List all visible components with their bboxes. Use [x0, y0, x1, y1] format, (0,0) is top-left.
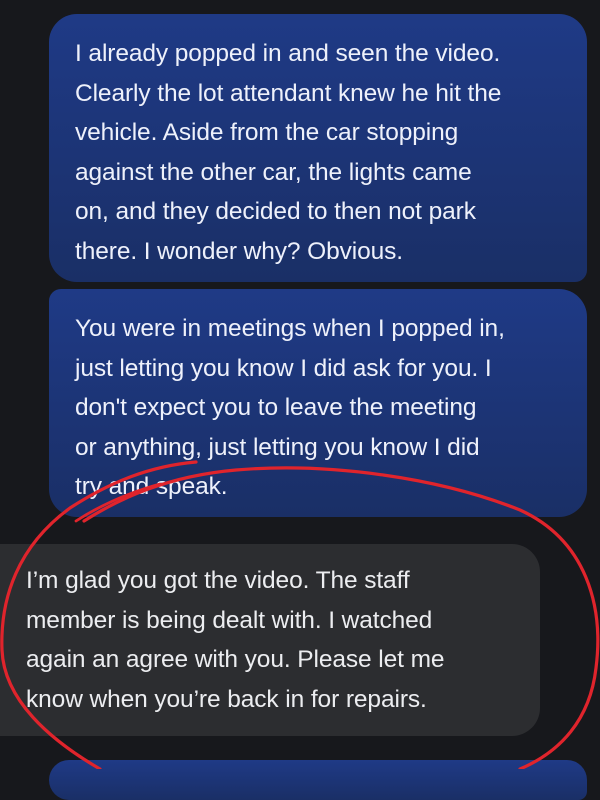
message-text-line: on, and they decided to then not park	[75, 198, 476, 225]
message-text-line: or anything, just letting you know I did	[75, 433, 480, 461]
message-text-line: know when you’re back in for repairs.	[26, 685, 427, 713]
message-text-line: again an agree with you. Please let me	[26, 646, 445, 673]
message-text-line: member is being dealt with. I watched	[26, 606, 433, 634]
message-text-line: try and speak.	[75, 473, 228, 500]
message-text-line: I already popped in and seen the video.	[75, 40, 501, 67]
message-bubble-sent[interactable]: I already popped in and seen the video. …	[49, 14, 587, 282]
message-text-line: Clearly the lot attendant knew he hit th…	[75, 79, 502, 107]
message-text-line: I’m glad you got the video. The staff	[26, 567, 410, 594]
message-bubble-sent-partial[interactable]	[49, 760, 587, 800]
message-bubble-sent[interactable]: You were in meetings when I popped in, j…	[49, 289, 587, 517]
message-text-line: don't expect you to leave the meeting	[75, 394, 477, 421]
message-text-line: against the other car, the lights came	[75, 158, 472, 186]
message-text-line: You were in meetings when I popped in,	[75, 315, 505, 342]
message-bubble-received[interactable]: I’m glad you got the video. The staff me…	[0, 544, 540, 736]
message-thread: I already popped in and seen the video. …	[0, 0, 600, 800]
message-text-line: there. I wonder why? Obvious.	[75, 237, 404, 265]
message-text-line: vehicle. Aside from the car stopping	[75, 119, 459, 146]
message-text-line: just letting you know I did ask for you.…	[75, 354, 492, 382]
